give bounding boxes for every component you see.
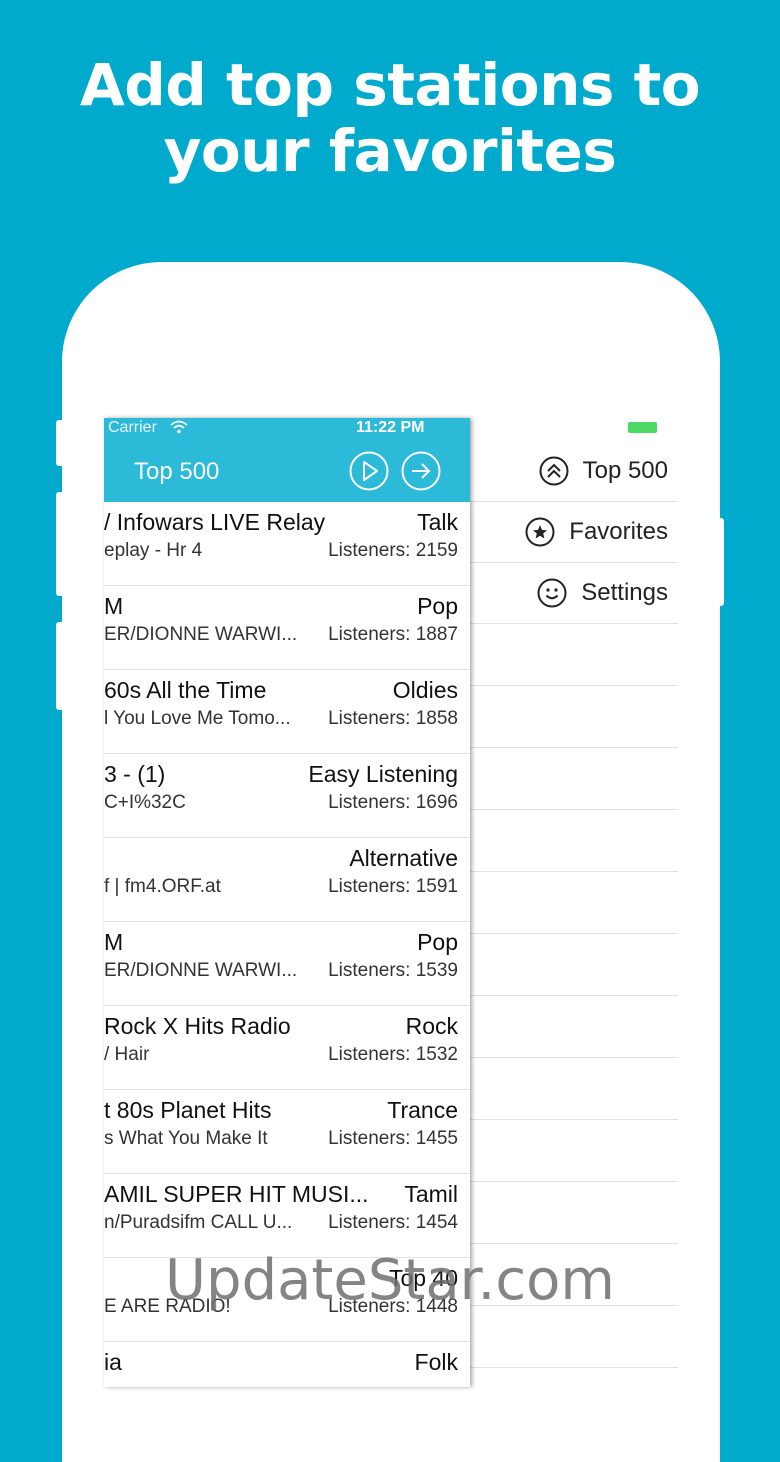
side-menu: Top 500 Favorites Settings	[470, 441, 678, 1368]
station-name: M	[104, 593, 124, 619]
menu-separator	[470, 934, 678, 996]
station-name: Rock X Hits Radio	[104, 1013, 291, 1039]
station-row[interactable]: M Pop ER/DIONNE WARWI... Listeners: 1539	[104, 922, 470, 1006]
station-genre: Pop	[411, 593, 458, 620]
menu-separator	[470, 686, 678, 748]
station-name: AMIL SUPER HIT MUSI...	[104, 1181, 369, 1207]
menu-item-favorites[interactable]: Favorites	[470, 502, 678, 563]
play-circle-icon[interactable]	[349, 451, 389, 491]
station-song: eplay - Hr 4	[104, 540, 203, 561]
station-genre: Oldies	[386, 677, 458, 704]
double-chevron-up-circle-icon	[539, 456, 569, 486]
station-name: t 80s Planet Hits	[104, 1097, 272, 1123]
menu-label: Settings	[581, 579, 668, 606]
watermark: UpdateStar.com	[165, 1248, 615, 1313]
station-name: ia	[104, 1349, 122, 1375]
star-circle-icon	[525, 517, 555, 547]
station-listeners: Listeners: 1858	[322, 708, 458, 730]
station-name: M	[104, 929, 124, 955]
station-row[interactable]: M Pop ER/DIONNE WARWI... Listeners: 1887	[104, 586, 470, 670]
station-song: s What You Make It	[104, 1128, 268, 1149]
station-listeners: Listeners: 1454	[322, 1212, 458, 1234]
station-row[interactable]: AMIL SUPER HIT MUSI... Tamil n/Puradsifm…	[104, 1174, 470, 1258]
station-genre: Trance	[381, 1097, 458, 1124]
station-listeners: Listeners: 1591	[322, 876, 458, 898]
station-genre: Pop	[411, 929, 458, 956]
menu-separator	[470, 1058, 678, 1120]
menu-separator	[470, 1306, 678, 1368]
station-name: 60s All the Time	[104, 677, 267, 703]
headline-line-2: your favorites	[163, 117, 617, 185]
arrow-right-circle-icon[interactable]	[401, 451, 441, 491]
station-song: n/Puradsifm CALL U...	[104, 1212, 293, 1233]
nav-bar: Carrier 11:22 PM Top 500	[104, 418, 470, 502]
menu-separator	[470, 1182, 678, 1244]
battery-indicator	[628, 422, 657, 433]
station-row[interactable]: ia Folk	[104, 1342, 470, 1387]
station-listeners: Listeners: 1539	[322, 960, 458, 982]
menu-item-top-500[interactable]: Top 500	[470, 441, 678, 502]
station-name: 3 - (1)	[104, 761, 166, 787]
station-song: ER/DIONNE WARWI...	[104, 960, 298, 981]
station-row[interactable]: t 80s Planet Hits Trance s What You Make…	[104, 1090, 470, 1174]
menu-separator	[470, 748, 678, 810]
station-row[interactable]: / Infowars LIVE Relay Talk eplay - Hr 4 …	[104, 502, 470, 586]
status-time: 11:22 PM	[356, 419, 425, 436]
station-listeners: Listeners: 1532	[322, 1044, 458, 1066]
headline-line-1: Add top stations to	[79, 51, 701, 119]
menu-label: Favorites	[569, 518, 668, 545]
station-genre: Easy Listening	[302, 761, 458, 788]
station-song: l You Love Me Tomo...	[104, 708, 291, 729]
menu-label: Top 500	[582, 457, 668, 484]
station-row[interactable]: 3 - (1) Easy Listening C+I%32C Listeners…	[104, 754, 470, 838]
menu-separator	[470, 810, 678, 872]
headline: Add top stations to your favorites	[0, 52, 780, 184]
station-genre: Alternative	[343, 845, 458, 872]
station-genre: Rock	[399, 1013, 458, 1040]
station-listeners: Listeners: 1696	[322, 792, 458, 814]
menu-separator	[470, 872, 678, 934]
menu-separator	[470, 996, 678, 1058]
status-carrier: Carrier	[108, 419, 157, 436]
station-genre: Tamil	[398, 1181, 458, 1208]
station-row[interactable]: Alternative f | fm4.ORF.at Listeners: 15…	[104, 838, 470, 922]
menu-separator	[470, 1120, 678, 1182]
menu-item-settings[interactable]: Settings	[470, 563, 678, 624]
station-song: f | fm4.ORF.at	[104, 876, 221, 897]
station-listeners: Listeners: 2159	[322, 540, 458, 562]
wifi-icon	[170, 420, 188, 434]
nav-title: Top 500	[134, 458, 220, 485]
station-list-screen: Carrier 11:22 PM Top 500 / Infowars LIVE…	[104, 418, 470, 1387]
station-row[interactable]: Rock X Hits Radio Rock / Hair Listeners:…	[104, 1006, 470, 1090]
station-song: / Hair	[104, 1044, 150, 1065]
station-listeners: Listeners: 1887	[322, 624, 458, 646]
station-name: / Infowars LIVE Relay	[104, 509, 326, 535]
station-listeners: Listeners: 1455	[322, 1128, 458, 1150]
menu-separator	[470, 624, 678, 686]
station-row[interactable]: 60s All the Time Oldies l You Love Me To…	[104, 670, 470, 754]
station-genre: Talk	[411, 509, 458, 536]
station-genre: Folk	[408, 1349, 458, 1376]
station-song: ER/DIONNE WARWI...	[104, 624, 298, 645]
station-song: C+I%32C	[104, 792, 186, 813]
smiley-icon	[537, 578, 567, 608]
